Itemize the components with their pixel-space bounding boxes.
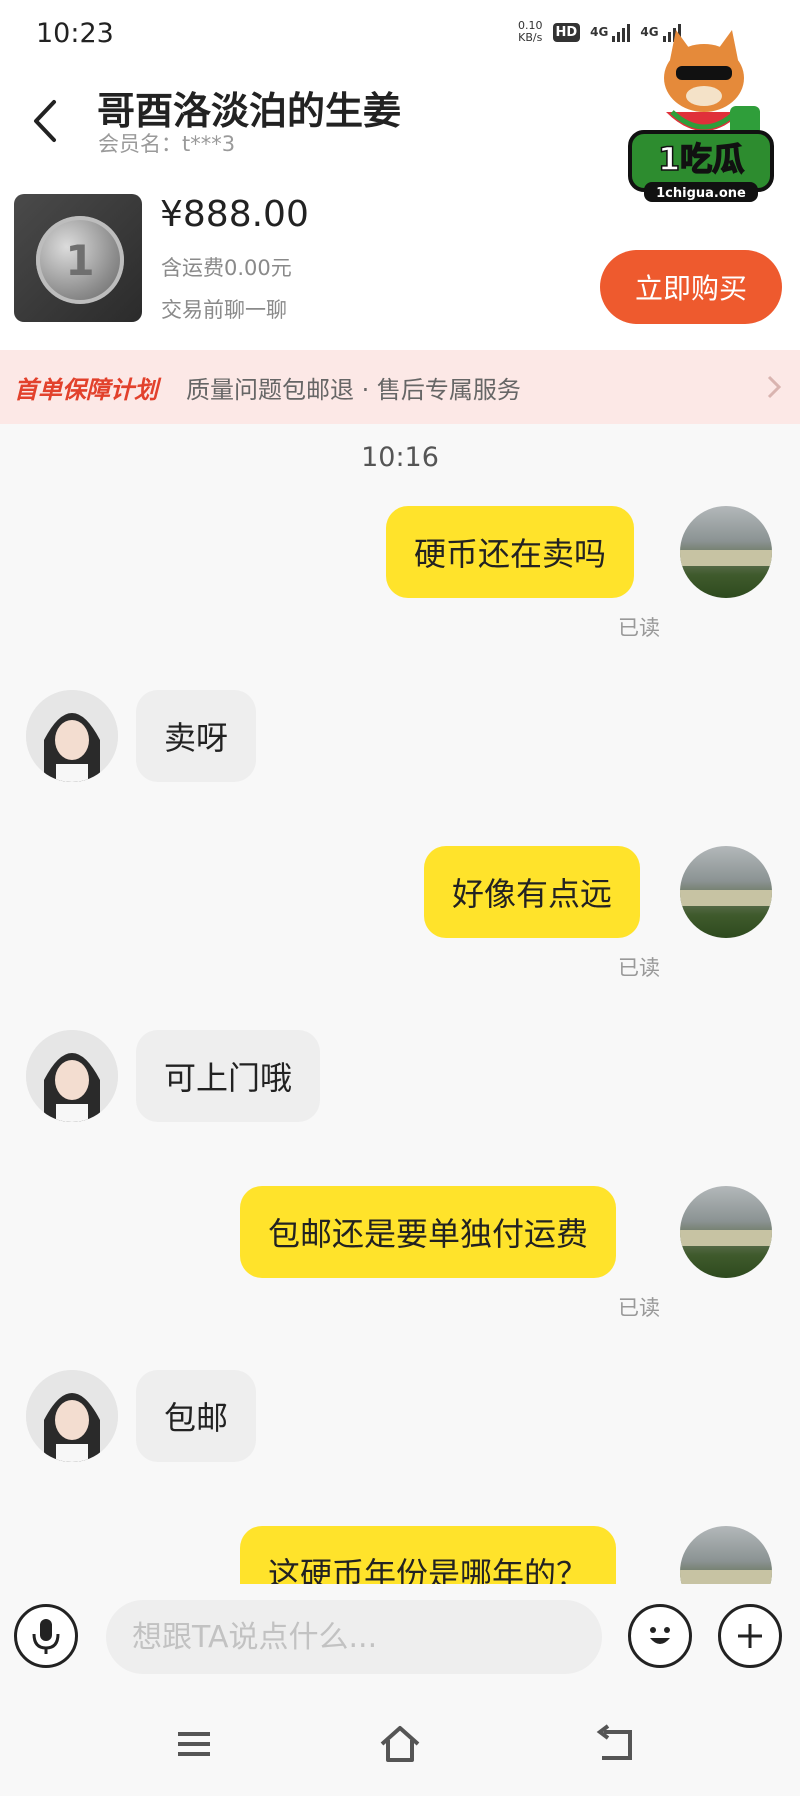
message-bubble-outgoing[interactable]: 好像有点远	[424, 846, 641, 938]
product-price: ¥888.00	[160, 194, 309, 235]
home-icon[interactable]	[376, 1724, 424, 1764]
message-bubble-incoming[interactable]: 可上门哦	[136, 1030, 321, 1122]
seller-avatar[interactable]	[26, 1030, 118, 1122]
seller-avatar[interactable]	[26, 1370, 118, 1462]
self-avatar[interactable]	[680, 1526, 772, 1584]
menu-icon[interactable]	[170, 1724, 218, 1764]
self-avatar[interactable]	[680, 846, 772, 938]
chevron-left-icon[interactable]	[26, 96, 66, 146]
chevron-right-icon	[767, 375, 782, 399]
read-status: 已读	[618, 1296, 660, 1320]
status-time: 10:23	[36, 18, 114, 49]
message-bubble-incoming[interactable]: 卖呀	[136, 690, 257, 782]
input-bar	[0, 1584, 800, 1694]
guarantee-banner[interactable]: 首单保障计划 质量问题包邮退 · 售后专属服务	[0, 350, 800, 424]
buy-now-button[interactable]: 立即购买	[600, 250, 782, 324]
message-bubble-outgoing[interactable]: 这硬币年份是哪年的？	[240, 1526, 617, 1584]
microphone-icon[interactable]	[14, 1604, 78, 1668]
watermark-logo: 1吃瓜 1chigua.one	[626, 20, 776, 210]
message-bubble-incoming[interactable]: 包邮	[136, 1370, 257, 1462]
shipping-info: 含运费0.00元	[161, 256, 292, 280]
read-status: 已读	[618, 616, 660, 640]
message-bubble-outgoing[interactable]: 包邮还是要单独付运费	[240, 1186, 617, 1278]
member-name: 会员名：t***3	[98, 132, 236, 156]
network-speed: 0.10 KB/s	[518, 20, 543, 44]
watermark-site: 1chigua.one	[656, 186, 746, 201]
return-icon[interactable]	[592, 1724, 640, 1764]
watermark-brand: 1吃瓜	[658, 140, 744, 178]
message-text: 硬币还在卖吗	[414, 535, 607, 573]
message-text: 包邮	[164, 1399, 229, 1437]
plus-icon[interactable]	[718, 1604, 782, 1668]
guarantee-title: 首单保障计划	[14, 375, 158, 404]
sim1-label: 4G	[590, 25, 609, 39]
message-text: 包邮还是要单独付运费	[268, 1215, 589, 1253]
message-input[interactable]	[106, 1600, 602, 1674]
smiley-icon[interactable]	[628, 1604, 692, 1668]
message-text: 卖呀	[164, 719, 229, 757]
seller-avatar[interactable]	[26, 690, 118, 782]
self-avatar[interactable]	[680, 1186, 772, 1278]
chat-before-trade-note: 交易前聊一聊	[161, 298, 287, 322]
chat-messages[interactable]: 10:16 硬币还在卖吗 已读 卖呀 好像有点远 已读 可上门哦 包邮还是要单独…	[0, 424, 800, 1584]
message-text: 好像有点远	[452, 875, 613, 913]
coin-image: 1	[36, 216, 124, 304]
chat-timestamp: 10:16	[361, 442, 439, 473]
message-text: 这硬币年份是哪年的？	[268, 1555, 589, 1584]
network-speed-unit: KB/s	[518, 31, 543, 44]
read-status: 已读	[618, 956, 660, 980]
product-thumbnail[interactable]: 1	[14, 194, 142, 322]
hd-badge: HD	[552, 22, 581, 42]
message-text: 可上门哦	[164, 1059, 293, 1097]
system-nav-bar	[0, 1694, 800, 1796]
self-avatar[interactable]	[680, 506, 772, 598]
guarantee-description: 质量问题包邮退 · 售后专属服务	[186, 375, 521, 404]
message-bubble-outgoing[interactable]: 硬币还在卖吗	[386, 506, 635, 598]
chat-title: 哥酉洛淡泊的生姜	[97, 89, 402, 133]
